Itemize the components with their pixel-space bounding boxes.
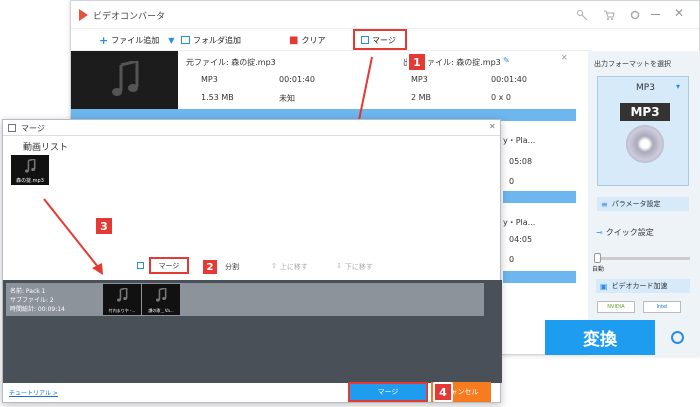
out-duration: 00:01:40 — [491, 75, 527, 84]
add-folder-button[interactable]: フォルダ追加 — [181, 33, 241, 47]
sliders-icon: ≡ — [601, 199, 608, 209]
pack-item[interactable]: 竹内まりや -... — [103, 284, 141, 315]
merge-action-label: マージ — [158, 261, 180, 270]
annotation-badge-1: 1 — [407, 52, 427, 72]
app-logo-icon — [79, 9, 88, 21]
mp3-format-icon: MP3 — [620, 103, 670, 173]
param-settings-button[interactable]: ≡ パラメータ設定 — [597, 197, 689, 211]
music-note-icon — [112, 61, 139, 96]
trash-icon: ■ — [289, 34, 299, 46]
music-note-icon — [24, 159, 36, 173]
music-note-icon — [116, 288, 128, 302]
window-title: ビデオコンバータ — [93, 12, 166, 22]
partial-duration: 05:08 — [509, 157, 533, 166]
file-thumbnail — [71, 51, 178, 109]
edit-icon[interactable]: ✎ — [503, 56, 510, 65]
video-card-accel[interactable]: ▣ ビデオカード加速 — [596, 279, 690, 293]
add-folder-icon — [181, 36, 190, 44]
pack-item[interactable]: 讃の歌 _ Va... — [142, 284, 180, 315]
select-format-label: 出力フォーマットを選択 — [594, 60, 671, 68]
slider-handle[interactable] — [594, 253, 601, 263]
plus-icon: + — [99, 33, 109, 47]
src-duration: 00:01:40 — [279, 75, 315, 84]
dialog-close-icon[interactable]: ✕ — [489, 122, 496, 131]
video-list-item-name: 森の掟.mp3 — [16, 178, 44, 184]
pack-panel: 名前: Pack 1 サブファイル: 2 時間総計: 00:09:14 竹内まり… — [3, 280, 502, 383]
src-format: MP3 — [201, 75, 218, 84]
merge-highlight — [353, 29, 407, 50]
merge-dialog-icon — [8, 124, 16, 132]
chevron-down-icon: ▾ — [676, 82, 681, 91]
annotation-badge-4: 4 — [433, 382, 453, 402]
video-list-heading: 動画リスト — [23, 143, 69, 153]
split-button[interactable]: 分割 — [225, 262, 239, 272]
pack-subfiles: サブファイル: 2 — [10, 297, 54, 304]
file-row-partial[interactable]: y・Pla... 05:08 0 — [503, 129, 583, 189]
dropdown-arrow-icon[interactable]: ▼ — [168, 36, 174, 45]
pack-total-time: 時間総計: 00:09:14 — [10, 306, 65, 313]
src-resolution: 未知 — [279, 94, 295, 103]
out-size: 2 MB — [411, 93, 432, 102]
partial-duration: 04:05 — [509, 235, 533, 244]
remove-icon[interactable]: ✕ — [561, 53, 568, 62]
partial-extra: 0 — [509, 255, 515, 264]
add-folder-label: フォルダ追加 — [193, 35, 241, 45]
merge-icon — [137, 262, 144, 269]
key-icon[interactable] — [576, 9, 588, 21]
partial-extra: 0 — [509, 177, 515, 186]
title-bar: ビデオコンバータ ✕ — [71, 1, 699, 29]
arrow-down-icon: ⇩ — [336, 262, 342, 270]
out-format: MP3 — [411, 75, 428, 84]
merge-ok-button[interactable]: マージ — [348, 382, 428, 402]
chip-icon: ▣ — [600, 281, 608, 291]
nvidia-badge[interactable]: NVIDIA — [597, 301, 635, 313]
quick-settings-icon: ⊸ — [596, 228, 603, 237]
annotation-badge-2: 2 — [201, 258, 219, 276]
intel-badge[interactable]: Intel — [643, 301, 681, 313]
quick-settings-label: ⊸ クイック設定 — [596, 228, 654, 237]
dialog-title-bar: マージ ✕ — [3, 120, 500, 136]
minimize-button[interactable] — [651, 14, 660, 15]
file-row-partial[interactable]: y・Pla... 04:05 0 — [503, 211, 583, 271]
format-card[interactable]: MP3 ▾ MP3 — [597, 76, 689, 186]
merge-action-label-box[interactable]: マージ — [149, 257, 189, 274]
move-down-button[interactable]: ⇩ 下に移す — [336, 262, 373, 272]
add-file-button[interactable]: + ファイル追加 ▼ — [99, 33, 174, 47]
clear-label: クリア — [301, 35, 326, 45]
partial-name: y・Pla... — [503, 136, 536, 145]
partial-name: y・Pla... — [503, 218, 536, 227]
merge-dialog-title: マージ — [21, 124, 45, 133]
tutorial-link[interactable]: チュートリアル > — [9, 388, 58, 397]
merge-action-button[interactable] — [137, 262, 144, 269]
out-resolution: 0 x 0 — [491, 93, 511, 102]
file-row[interactable]: 元ファイル: 森の掟.mp3 MP3 00:01:40 1.53 MB 未知 出… — [71, 51, 591, 109]
file-toolbar-band — [503, 191, 576, 203]
alarm-clock-icon[interactable] — [671, 331, 684, 344]
close-button[interactable]: ✕ — [674, 6, 684, 20]
settings-icon[interactable] — [629, 9, 641, 21]
pack-row[interactable]: 名前: Pack 1 サブファイル: 2 時間総計: 00:09:14 竹内まり… — [6, 283, 484, 316]
arrow-up-icon: ⇧ — [271, 262, 277, 270]
quality-slider[interactable] — [596, 257, 690, 260]
slider-auto-label: 自動 — [592, 266, 605, 273]
format-panel: 出力フォーマットを選択 MP3 ▾ MP3 ≡ パラメータ設定 ⊸ クイック設定… — [588, 51, 700, 356]
format-name: MP3 — [636, 83, 655, 93]
file-toolbar-band — [503, 271, 576, 283]
pack-name: 名前: Pack 1 — [10, 288, 46, 295]
convert-button[interactable]: 変換 — [545, 320, 655, 355]
cart-icon[interactable] — [603, 9, 615, 21]
toolbar: + ファイル追加 ▼ フォルダ追加 ■ クリア マージ — [71, 29, 591, 51]
add-file-label: ファイル追加 — [111, 35, 160, 45]
move-up-button[interactable]: ⇧ 上に移す — [271, 262, 308, 272]
video-list-item[interactable]: 森の掟.mp3 — [11, 155, 49, 185]
src-size: 1.53 MB — [201, 93, 234, 102]
music-note-icon — [155, 288, 167, 302]
source-file-label: 元ファイル: 森の掟.mp3 — [186, 58, 276, 67]
annotation-arrow-3 — [43, 198, 103, 275]
clear-button[interactable]: ■ クリア — [289, 33, 325, 47]
